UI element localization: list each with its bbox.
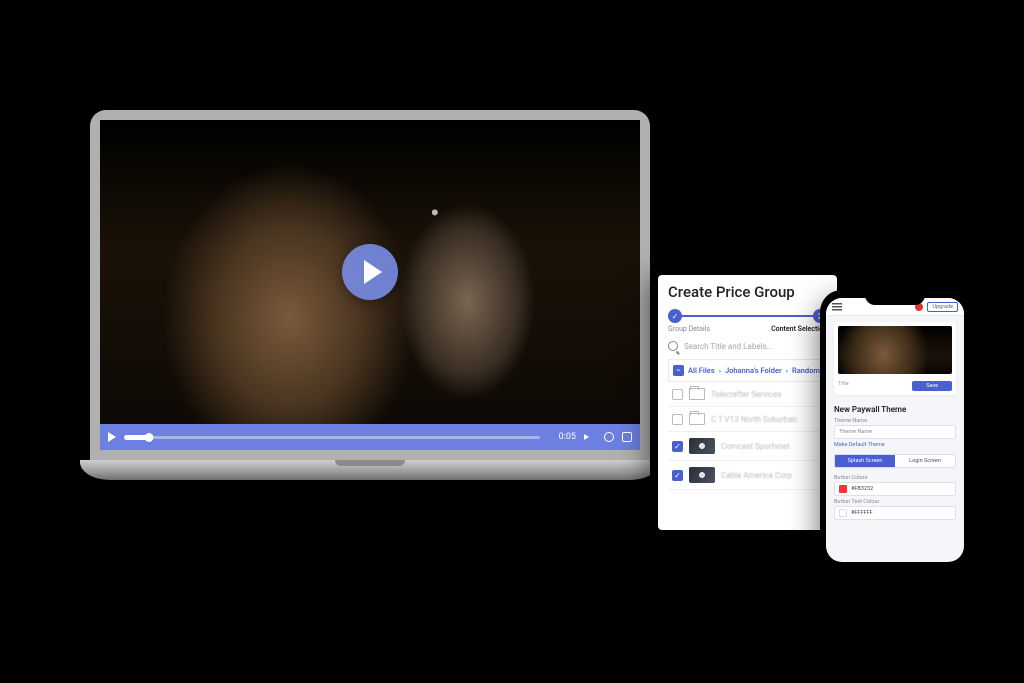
content-list: Telecrafter Services C T V13 North Subur…	[668, 382, 827, 490]
laptop-notch	[335, 460, 405, 466]
bc-level1[interactable]: Johanna's Folder	[725, 366, 782, 375]
tablet-device: Create Price Group ✓ 2 Group Details Con…	[650, 265, 845, 540]
upgrade-button[interactable]: Upgrade	[927, 302, 958, 312]
make-default-link[interactable]: Make Default Theme	[834, 442, 956, 448]
list-item[interactable]: C T V13 North Suburban	[668, 407, 827, 432]
video-player: 0:05	[100, 120, 640, 450]
bc-level2[interactable]: Random	[792, 366, 820, 375]
progress-bar[interactable]	[124, 436, 540, 439]
breadcrumb[interactable]: − All Files › Johanna's Folder › Random	[668, 359, 827, 382]
progress-handle[interactable]	[144, 433, 153, 442]
button-text-colour-input[interactable]: #FFFFFF	[834, 506, 956, 520]
video-thumb-icon	[689, 467, 715, 483]
play-button[interactable]	[342, 244, 398, 300]
phone-screen: Upgrade Title Save New Paywall Theme The…	[826, 298, 964, 562]
video-thumbnail[interactable]	[838, 326, 952, 374]
search-icon	[668, 341, 678, 351]
step-labels: Group Details Content Selection	[668, 325, 827, 333]
bc-root[interactable]: All Files	[688, 366, 715, 375]
list-item[interactable]: ✓ Cable America Corp	[668, 461, 827, 490]
row-checkbox[interactable]	[672, 389, 683, 400]
phone-device: Upgrade Title Save New Paywall Theme The…	[820, 290, 970, 570]
colour-swatch	[839, 485, 847, 493]
laptop-device: 0:05	[80, 110, 660, 480]
video-preview-card: Title Save	[834, 322, 956, 395]
theme-name-input[interactable]: Theme Name	[834, 425, 956, 439]
list-item[interactable]: Telecrafter Services	[668, 382, 827, 407]
colour-swatch	[839, 509, 847, 517]
tab-splash[interactable]: Splash Screen	[835, 455, 895, 467]
step-connector	[682, 315, 813, 317]
title-label: Title	[838, 381, 849, 387]
step-2-label: Content Selection	[771, 325, 827, 333]
tablet-screen: Create Price Group ✓ 2 Group Details Con…	[658, 275, 837, 530]
video-thumb-icon	[689, 438, 715, 454]
settings-icon[interactable]	[604, 432, 614, 442]
list-item[interactable]: ✓ Comcast Sportsnet	[668, 432, 827, 461]
search-placeholder: Search Title and Labels...	[684, 342, 773, 351]
bc-sep: ›	[719, 366, 721, 375]
hamburger-icon[interactable]	[832, 303, 842, 311]
theme-name-label: Theme Name	[834, 418, 956, 424]
row-checkbox[interactable]: ✓	[672, 441, 683, 452]
play-small-icon[interactable]	[108, 432, 116, 442]
row-checkbox[interactable]	[672, 414, 683, 425]
step-1-dot[interactable]: ✓	[668, 309, 682, 323]
time-display: 0:05	[548, 432, 576, 442]
step-1-label: Group Details	[668, 325, 710, 333]
volume-icon[interactable]	[584, 431, 596, 443]
row-checkbox[interactable]: ✓	[672, 470, 683, 481]
wizard-stepper: ✓ 2	[668, 309, 827, 323]
fullscreen-icon[interactable]	[622, 432, 632, 442]
select-all-checkbox[interactable]: −	[673, 365, 684, 376]
laptop-base	[80, 460, 660, 480]
folder-icon	[689, 388, 705, 400]
page-title: Create Price Group	[668, 283, 827, 301]
button-colour-input[interactable]: #FB3232	[834, 482, 956, 496]
colour-value: #FFFFFF	[851, 510, 873, 516]
folder-icon	[689, 413, 705, 425]
laptop-bezel: 0:05	[90, 110, 650, 460]
search-row[interactable]: Search Title and Labels...	[668, 341, 827, 351]
row-label: Comcast Sportsnet	[721, 442, 790, 451]
button-text-colour-label: Button Text Colour	[834, 499, 956, 505]
player-controls: 0:05	[100, 424, 640, 450]
tab-login[interactable]: Login Screen	[895, 455, 955, 467]
row-label: Telecrafter Services	[711, 390, 781, 399]
colour-value: #FB3232	[851, 486, 873, 492]
screen-tabs: Splash Screen Login Screen	[834, 454, 956, 468]
button-colour-label: Button Colour	[834, 475, 956, 481]
panel-title: New Paywall Theme	[834, 405, 956, 414]
row-label: Cable America Corp	[721, 471, 792, 480]
play-icon	[364, 260, 382, 284]
bc-sep: ›	[786, 366, 788, 375]
phone-notch	[865, 293, 925, 305]
row-label: C T V13 North Suburban	[711, 415, 797, 424]
save-button[interactable]: Save	[912, 381, 952, 391]
